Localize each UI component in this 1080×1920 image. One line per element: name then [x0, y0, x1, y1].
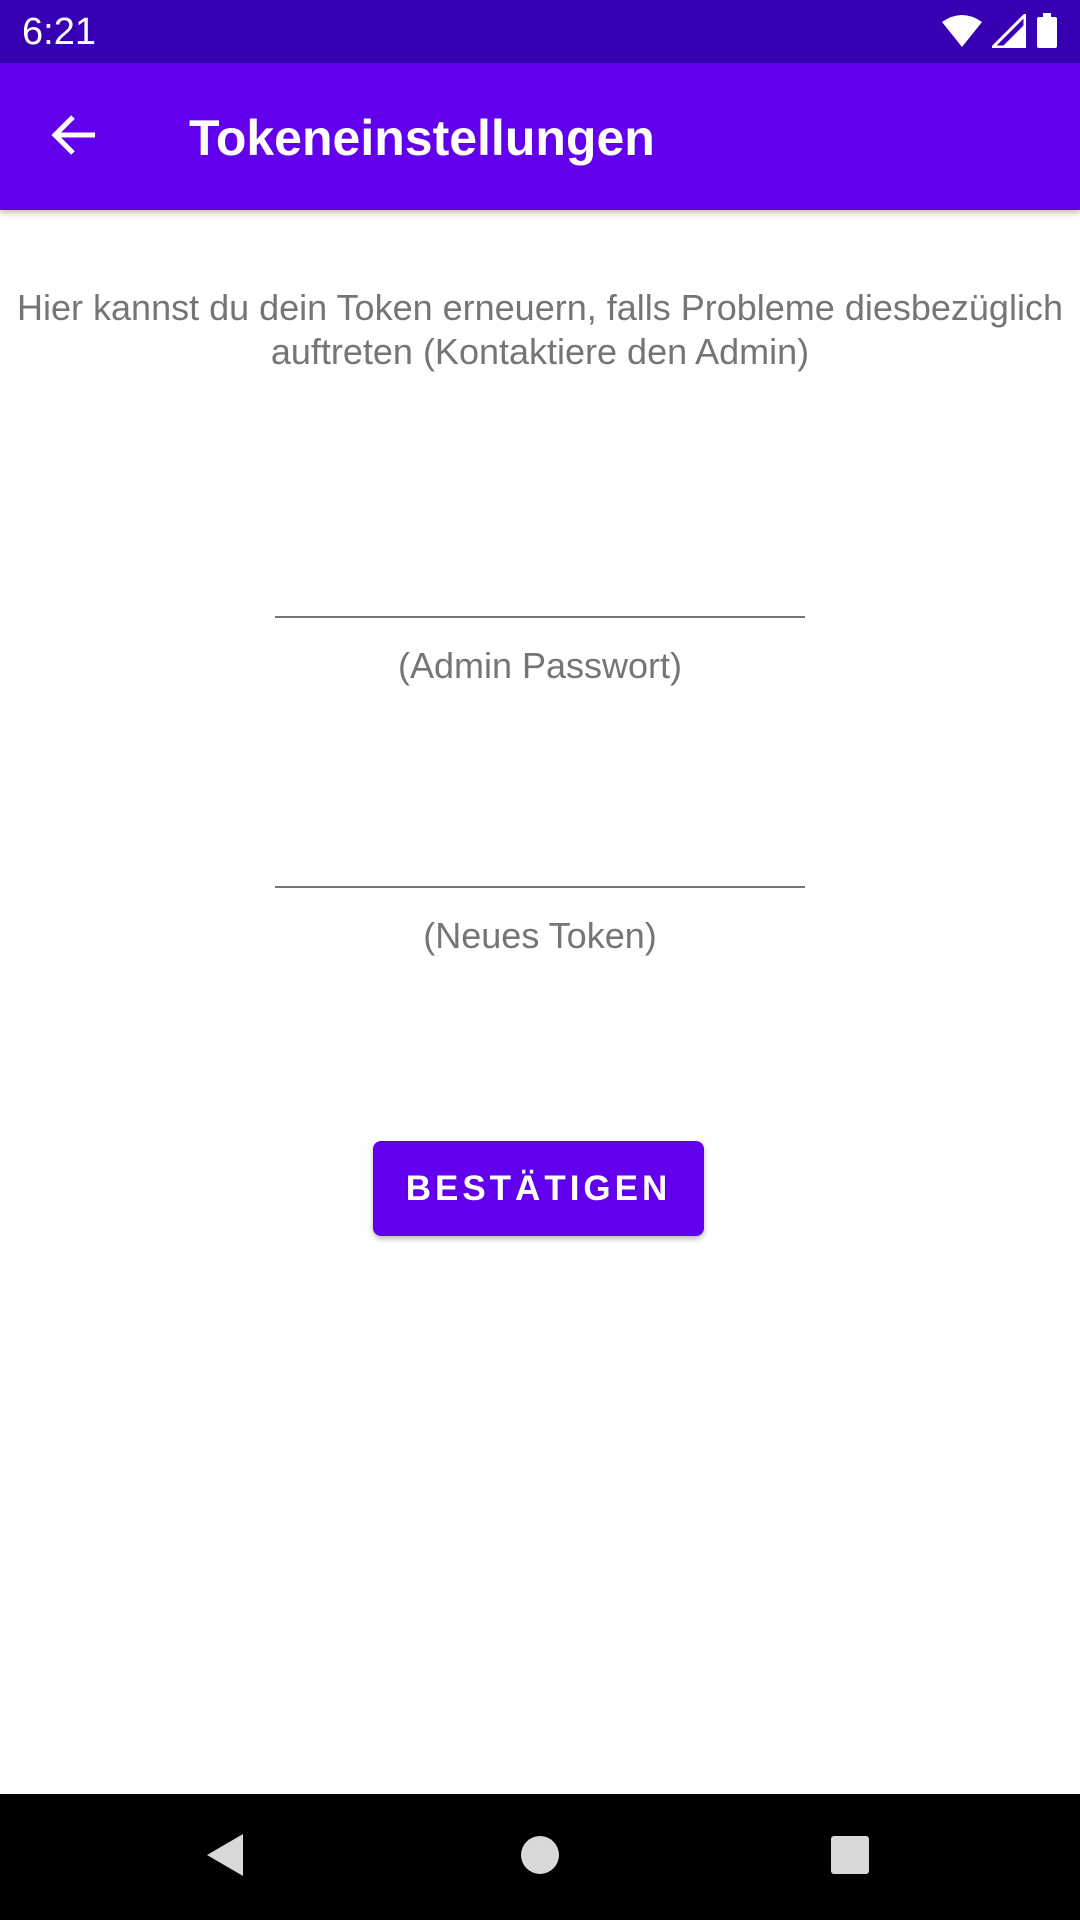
confirm-button-label: BESTÄTIGEN [405, 1168, 672, 1208]
nav-recents-button[interactable] [817, 1824, 883, 1890]
home-circle-icon [520, 1835, 560, 1880]
back-button[interactable] [30, 93, 118, 181]
arrow-back-icon [51, 112, 97, 163]
new-token-underline [275, 886, 805, 888]
status-icons [942, 12, 1058, 50]
admin-password-input[interactable] [275, 556, 809, 618]
battery-icon [1036, 13, 1058, 49]
nav-back-button[interactable] [192, 1824, 258, 1890]
app-bar: Tokeneinstellungen [0, 63, 1080, 210]
status-bar: 6:21 [0, 0, 1080, 63]
confirm-button[interactable]: BESTÄTIGEN [373, 1141, 704, 1236]
recents-square-icon [830, 1835, 870, 1880]
new-token-label: (Neues Token) [423, 915, 657, 956]
cell-signal-icon [992, 14, 1026, 48]
status-time: 6:21 [22, 11, 96, 53]
description-text: Hier kannst du dein Token erneuern, fall… [17, 287, 1063, 372]
back-triangle-icon [205, 1832, 245, 1883]
page-title: Tokeneinstellungen [189, 110, 655, 166]
nav-home-button[interactable] [507, 1824, 573, 1890]
new-token-input[interactable] [275, 826, 809, 888]
wifi-icon [942, 14, 982, 48]
navigation-bar [0, 1794, 1080, 1920]
admin-password-label: (Admin Passwort) [397, 645, 683, 686]
admin-password-underline [275, 616, 805, 618]
